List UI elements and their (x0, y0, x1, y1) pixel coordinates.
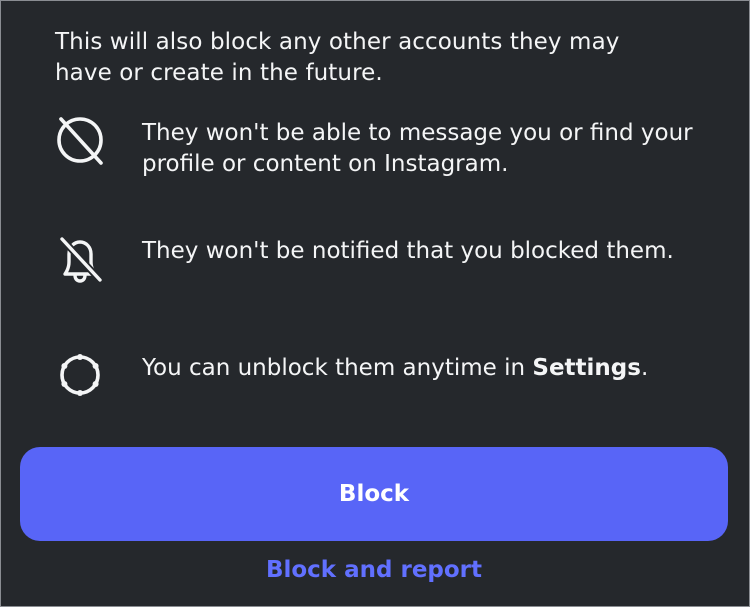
block-button[interactable]: Block (20, 447, 728, 541)
info-text-notification: They won't be notified that you blocked … (142, 238, 674, 264)
block-and-report-link[interactable]: Block and report (1, 557, 747, 583)
block-dialog: This will also block any other accounts … (0, 0, 750, 607)
settings-text-before: You can unblock them anytime in (142, 355, 533, 381)
block-button-label: Block (338, 481, 410, 507)
intro-text: This will also block any other accounts … (55, 29, 620, 86)
settings-link: Settings (532, 355, 641, 381)
info-text-settings: You can unblock them anytime in Settings… (142, 353, 702, 384)
settings-gear-icon (51, 346, 109, 404)
settings-text-after: . (640, 355, 649, 381)
blocked-message-icon (51, 111, 109, 169)
info-text-message: They won't be able to message you or fin… (142, 120, 693, 177)
notifications-off-icon (51, 229, 109, 287)
